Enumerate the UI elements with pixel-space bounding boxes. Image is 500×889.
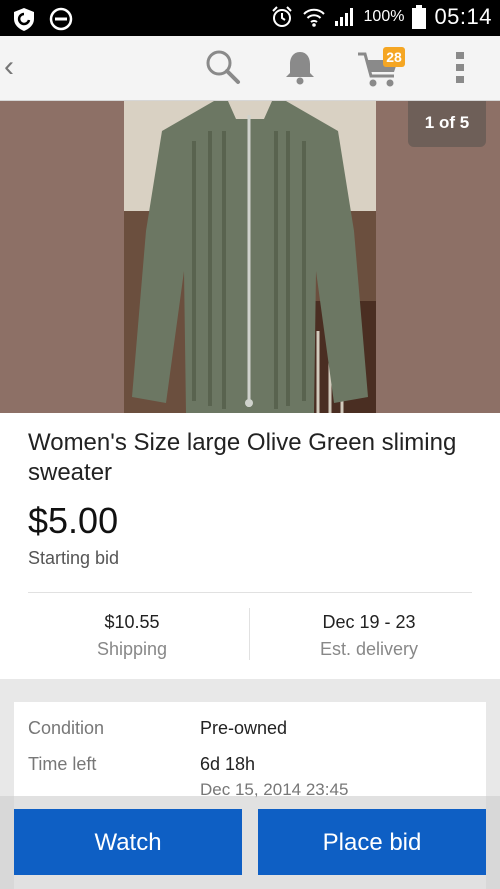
shipping-cost: $10.55: [104, 612, 160, 632]
alarm-icon: [271, 6, 292, 27]
delivery-label: Est. delivery: [319, 639, 419, 659]
delivery-info: Dec 19 - 23 Est. delivery: [264, 612, 474, 660]
do-not-disturb-icon: [49, 7, 73, 31]
place-bid-button[interactable]: Place bid: [258, 809, 486, 875]
watch-button[interactable]: Watch: [14, 809, 242, 875]
time-left-value: 6d 18h: [200, 754, 256, 774]
app-toolbar: ‹: [0, 36, 500, 101]
status-bar: 100% 05:14: [0, 0, 500, 36]
chevron-left-icon[interactable]: ‹: [4, 52, 14, 82]
security-icon: [14, 8, 34, 31]
condition-label: Condition: [28, 718, 105, 738]
product-photo: [124, 101, 376, 413]
status-bar-left: [10, 6, 74, 32]
delivery-dates: Dec 19 - 23: [322, 612, 416, 632]
divider: [28, 592, 472, 593]
sweater-photo-illustration: [124, 101, 376, 413]
time-left-label: Time left: [28, 754, 97, 774]
listing-title: Women's Size large Olive Green sliming s…: [28, 429, 457, 486]
shipping-label: Shipping: [96, 639, 168, 659]
battery-percentage: 100%: [363, 8, 405, 25]
search-icon[interactable]: [204, 48, 242, 86]
product-image-gallery[interactable]: [0, 101, 500, 413]
cart-count-badge: 28: [383, 47, 405, 67]
bell-icon[interactable]: [282, 48, 318, 86]
image-counter: 1 of 5: [408, 101, 486, 147]
vertical-divider: [249, 608, 250, 660]
wifi-icon: [302, 8, 325, 27]
condition-value: Pre-owned: [200, 718, 288, 738]
shipping-info: $10.55 Shipping: [27, 612, 237, 660]
clock: 05:14: [434, 4, 492, 29]
status-bar-right: 100% 05:14: [270, 4, 492, 30]
signal-icon: [334, 8, 353, 26]
price-type-label: Starting bid: [28, 548, 120, 568]
more-vertical-icon[interactable]: [452, 50, 468, 86]
battery-icon: [412, 5, 427, 29]
listing-price: $5.00: [28, 500, 119, 541]
